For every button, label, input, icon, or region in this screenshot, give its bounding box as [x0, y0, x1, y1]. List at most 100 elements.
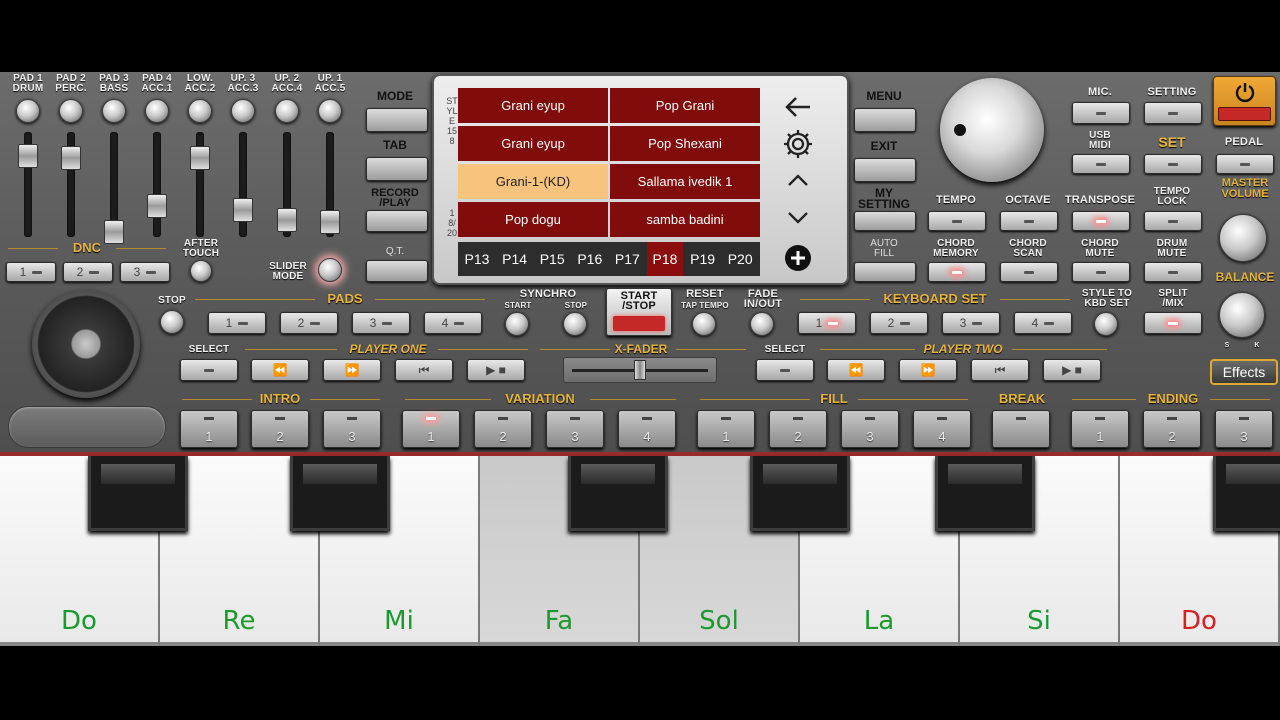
channel-fader-handle[interactable] — [320, 210, 340, 234]
p1-forward-button[interactable]: ⏩ — [323, 359, 381, 381]
p2-prev-button[interactable]: ⏮ — [971, 359, 1029, 381]
reset-tap-knob[interactable] — [692, 312, 716, 336]
chevron-up-icon[interactable] — [780, 168, 816, 194]
intro-button[interactable]: 2 — [251, 410, 309, 448]
page-tab[interactable]: P19 — [685, 242, 721, 276]
intro-button[interactable]: 3 — [323, 410, 381, 448]
style-cell[interactable]: samba badini — [610, 202, 760, 237]
keyboard-set-button[interactable]: 2 — [870, 312, 928, 334]
pad-button[interactable]: 3 — [352, 312, 410, 334]
page-tab[interactable]: P16 — [572, 242, 608, 276]
break-button[interactable] — [992, 410, 1050, 448]
channel-fader-handle[interactable] — [233, 198, 253, 222]
gear-icon[interactable] — [780, 128, 816, 160]
fill-button[interactable]: 3 — [841, 410, 899, 448]
dnc-button[interactable]: 1 — [6, 262, 56, 282]
ending-button[interactable]: 2 — [1143, 410, 1201, 448]
back-arrow-icon[interactable] — [780, 92, 816, 122]
p2-rewind-button[interactable]: ⏪ — [827, 359, 885, 381]
chevron-down-icon[interactable] — [780, 204, 816, 230]
split-mix-button[interactable] — [1144, 312, 1202, 334]
channel-fader-handle[interactable] — [277, 208, 297, 232]
balance-knob[interactable] — [1219, 292, 1265, 338]
channel-fader-handle[interactable] — [190, 146, 210, 170]
style-cell[interactable]: Grani eyup — [458, 126, 608, 161]
channel-pan-knob[interactable] — [16, 99, 40, 123]
variation-button[interactable]: 1 — [402, 410, 460, 448]
fade-knob[interactable] — [750, 312, 774, 336]
usb-midi-button[interactable] — [1072, 154, 1130, 174]
master-volume-knob[interactable] — [1219, 214, 1267, 262]
drum-mute-button[interactable] — [1144, 262, 1202, 282]
page-tab[interactable]: P13 — [459, 242, 495, 276]
transpose-button[interactable] — [1072, 211, 1130, 231]
dnc-button[interactable]: 3 — [120, 262, 170, 282]
channel-pan-knob[interactable] — [188, 99, 212, 123]
plus-circle-icon[interactable] — [783, 243, 813, 273]
my-setting-button[interactable] — [854, 211, 916, 231]
black-key[interactable] — [935, 456, 1035, 531]
tab-button[interactable] — [366, 157, 428, 181]
setting-button[interactable] — [1144, 102, 1202, 124]
fill-button[interactable]: 2 — [769, 410, 827, 448]
fill-button[interactable]: 1 — [697, 410, 755, 448]
style-to-kbd-knob[interactable] — [1094, 312, 1118, 336]
pad-button[interactable]: 4 — [424, 312, 482, 334]
search-bar[interactable] — [8, 406, 166, 448]
synchro-start-knob[interactable] — [505, 312, 529, 336]
page-tab[interactable]: P17 — [609, 242, 645, 276]
chord-scan-button[interactable] — [1000, 262, 1058, 282]
pedal-button[interactable] — [1216, 154, 1274, 174]
style-cell[interactable]: Grani eyup — [458, 88, 608, 123]
set-button[interactable] — [1144, 154, 1202, 174]
black-key[interactable] — [568, 456, 668, 531]
p1-prev-button[interactable]: ⏮ — [395, 359, 453, 381]
style-cell[interactable]: Pop Grani — [610, 88, 760, 123]
tempo-button[interactable] — [928, 211, 986, 231]
select1-button[interactable] — [180, 359, 238, 381]
slider-mode-knob[interactable] — [318, 258, 342, 282]
fill-button[interactable]: 4 — [913, 410, 971, 448]
data-dial[interactable] — [940, 78, 1044, 182]
variation-button[interactable]: 4 — [618, 410, 676, 448]
pad-button[interactable]: 1 — [208, 312, 266, 334]
channel-pan-knob[interactable] — [275, 99, 299, 123]
select2-button[interactable] — [756, 359, 814, 381]
page-tab[interactable]: P20 — [722, 242, 758, 276]
ending-button[interactable]: 3 — [1215, 410, 1273, 448]
exit-button[interactable] — [854, 158, 916, 182]
tempo-lock-button[interactable] — [1144, 211, 1202, 231]
channel-pan-knob[interactable] — [231, 99, 255, 123]
channel-fader-handle[interactable] — [147, 194, 167, 218]
channel-pan-knob[interactable] — [102, 99, 126, 123]
variation-button[interactable]: 2 — [474, 410, 532, 448]
ending-button[interactable]: 1 — [1071, 410, 1129, 448]
x-fader-track[interactable] — [563, 357, 717, 383]
dnc-button[interactable]: 2 — [63, 262, 113, 282]
channel-pan-knob[interactable] — [318, 99, 342, 123]
chord-mute-button[interactable] — [1072, 262, 1130, 282]
chord-memory-button[interactable] — [928, 262, 986, 282]
synchro-stop-knob[interactable] — [563, 312, 587, 336]
black-key[interactable] — [290, 456, 390, 531]
channel-fader-handle[interactable] — [18, 144, 38, 168]
page-tab[interactable]: P14 — [497, 242, 533, 276]
mode-button[interactable] — [366, 108, 428, 132]
channel-pan-knob[interactable] — [59, 99, 83, 123]
page-tab[interactable]: P15 — [534, 242, 570, 276]
keyboard-set-button[interactable]: 4 — [1014, 312, 1072, 334]
pads-stop-knob[interactable] — [160, 310, 184, 334]
style-cell[interactable]: Pop dogu — [458, 202, 608, 237]
x-fader-thumb[interactable] — [634, 360, 646, 380]
p1-play-stop-button[interactable]: ▶ ■ — [467, 359, 525, 381]
mic-button[interactable] — [1072, 102, 1130, 124]
start-stop-button[interactable]: START/STOP — [606, 288, 672, 336]
effects-button[interactable]: Effects — [1210, 359, 1278, 385]
channel-fader-handle[interactable] — [61, 146, 81, 170]
black-key[interactable] — [88, 456, 188, 531]
style-cell[interactable]: Grani-1-(KD) — [458, 164, 608, 199]
p2-play-stop-button[interactable]: ▶ ■ — [1043, 359, 1101, 381]
pad-button[interactable]: 2 — [280, 312, 338, 334]
style-cell[interactable]: Sallama ivedik 1 — [610, 164, 760, 199]
style-cell[interactable]: Pop Shexani — [610, 126, 760, 161]
